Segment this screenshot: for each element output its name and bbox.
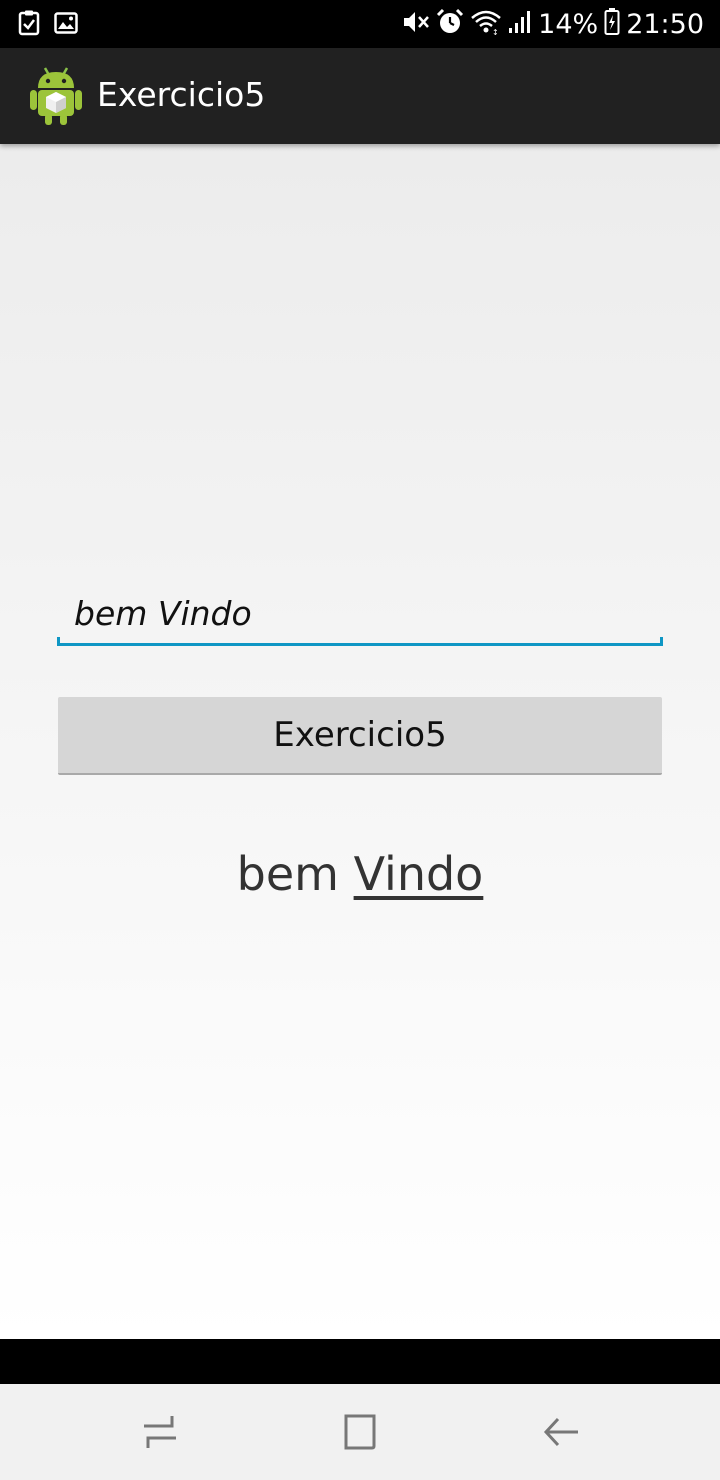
android-app-icon [28,66,84,126]
task-check-icon [18,10,40,40]
text-input-value: bem Vindo [74,594,252,633]
back-icon[interactable] [542,1412,582,1452]
text-input[interactable]: bem Vindo [57,584,663,646]
exercicio5-button[interactable]: Exercicio5 [58,697,662,775]
status-bar: ↕ 14% 21:50 [0,0,720,48]
main-content: bem Vindo Exercicio5 bem Vindo [0,144,720,1339]
image-icon [54,12,78,38]
bottom-black-strip [0,1339,720,1384]
app-title: Exercicio5 [97,75,266,114]
result-text: bem Vindo [0,847,720,901]
signal-icon [508,10,532,38]
text-input-underline [57,643,663,646]
result-word-1: bem [236,847,354,901]
mute-icon [402,9,430,39]
battery-icon [604,8,620,40]
status-left-icons [18,10,78,40]
battery-percent: 14% [538,8,599,40]
status-right-icons: ↕ 14% 21:50 [402,6,704,42]
recent-apps-icon[interactable] [140,1412,180,1452]
alarm-icon [436,8,464,40]
action-bar: Exercicio5 [0,48,720,144]
text-input-tick-left [57,637,60,646]
wifi-icon: ↕ [470,9,502,39]
svg-text:↕: ↕ [492,28,499,35]
result-word-2: Vindo [353,847,484,901]
home-icon[interactable] [340,1412,380,1452]
navigation-bar [0,1384,720,1480]
text-input-tick-right [660,637,663,646]
clock: 21:50 [626,8,704,40]
